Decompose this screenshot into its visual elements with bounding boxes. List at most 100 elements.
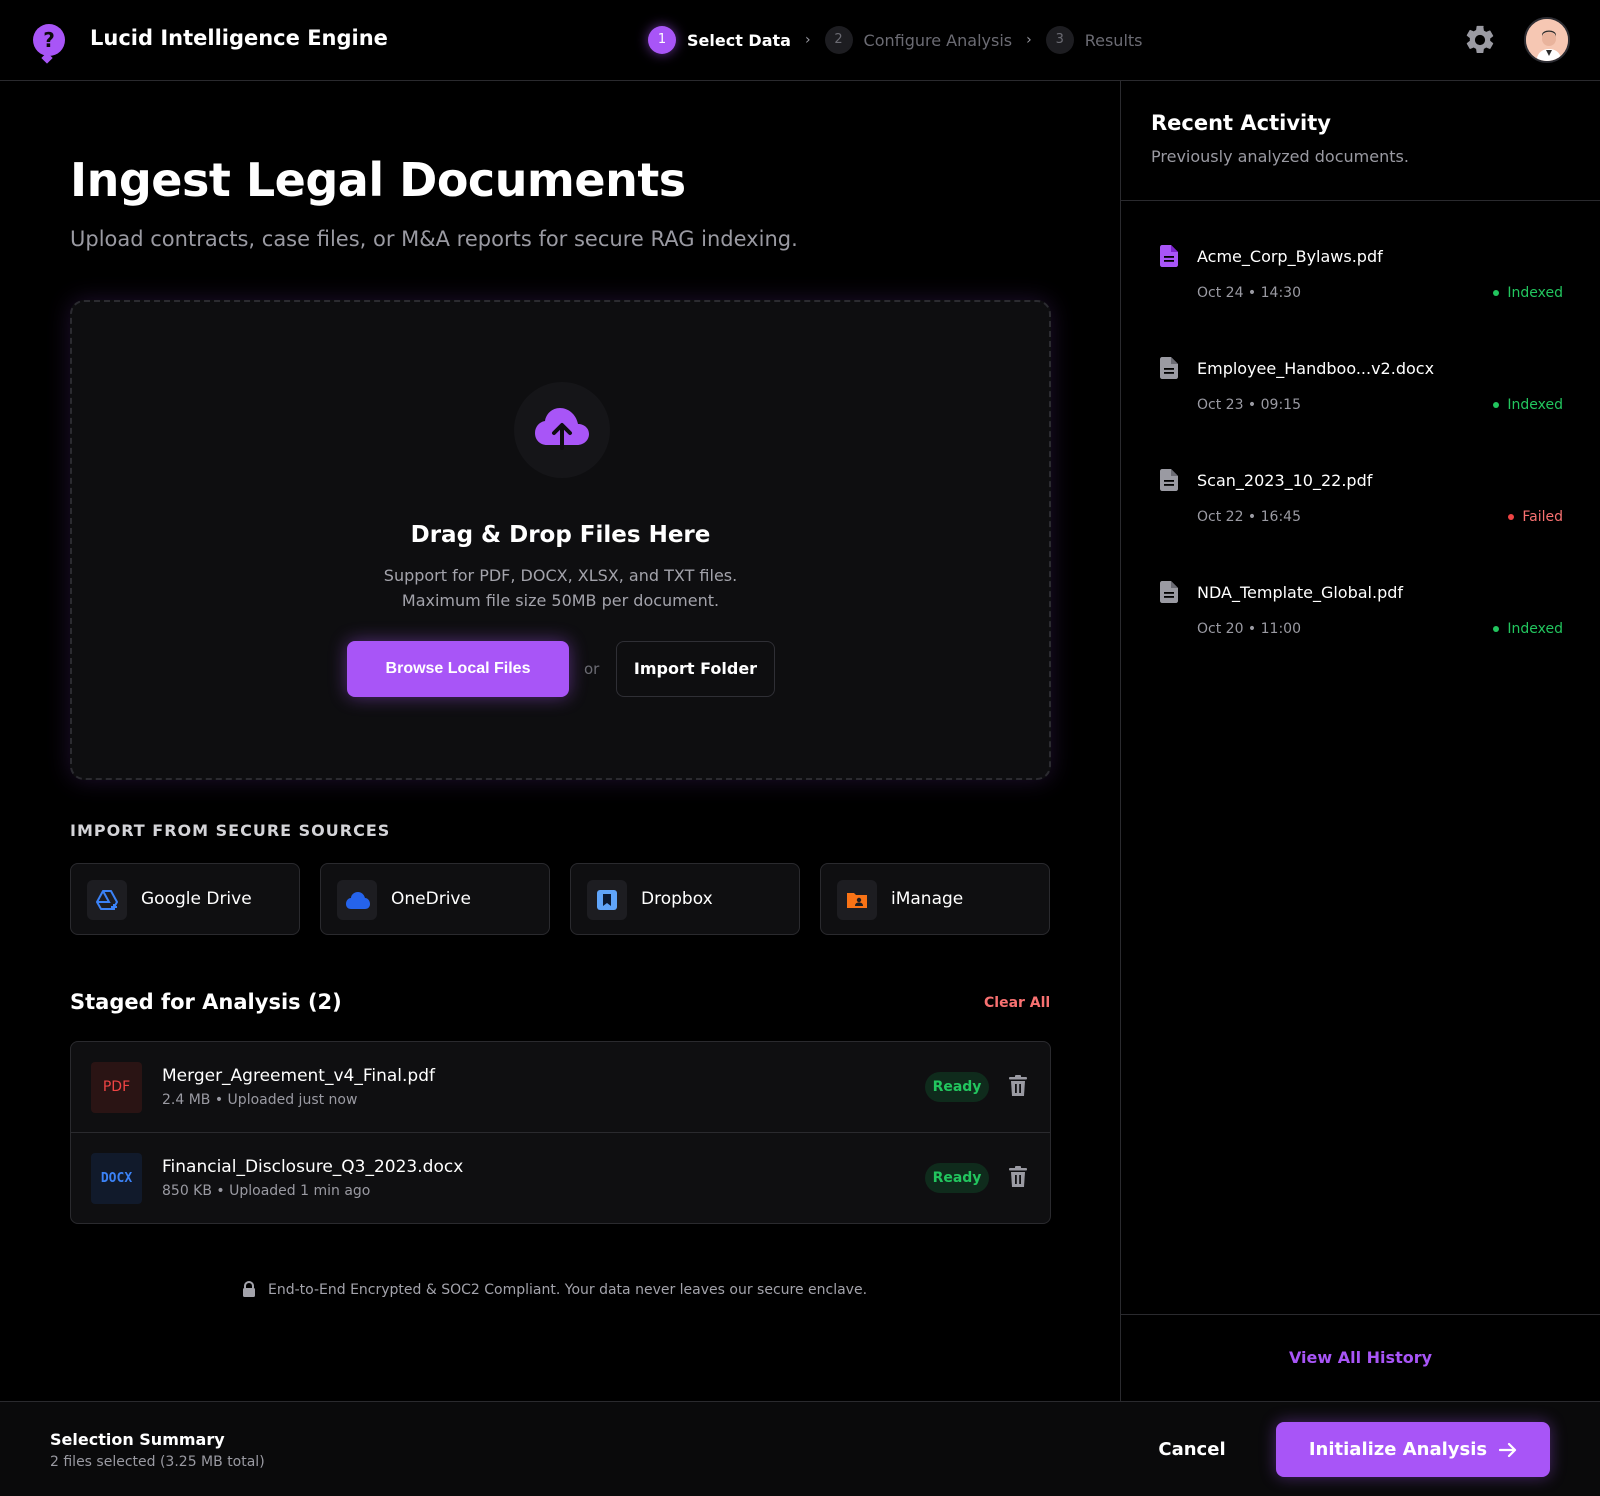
source-imanage[interactable]: iManage xyxy=(820,863,1050,935)
staged-files-list: PDF Merger_Agreement_v4_Final.pdf 2.4 MB… xyxy=(70,1041,1051,1224)
dropbox-icon xyxy=(587,880,627,920)
activity-item[interactable]: NDA_Template_Global.pdf Oct 20 • 11:00 I… xyxy=(1121,559,1600,659)
pdf-file-icon: PDF xyxy=(91,1062,142,1113)
google-drive-icon xyxy=(87,880,127,920)
trash-icon[interactable] xyxy=(1009,1166,1027,1192)
docx-file-icon: DOCX xyxy=(91,1153,142,1204)
user-avatar[interactable] xyxy=(1524,17,1570,63)
cloud-upload-icon xyxy=(535,408,589,450)
security-note-text: End-to-End Encrypted & SOC2 Compliant. Y… xyxy=(268,1281,868,1298)
activity-item[interactable]: Acme_Corp_Bylaws.pdf Oct 24 • 14:30 Inde… xyxy=(1121,223,1600,323)
status-indexed: Indexed xyxy=(1493,285,1563,301)
brand-logo-glyph: ? xyxy=(43,28,55,52)
file-name: Financial_Disclosure_Q3_2023.docx xyxy=(162,1157,464,1177)
chevron-right-icon: › xyxy=(804,32,811,48)
initialize-analysis-label: Initialize Analysis xyxy=(1308,1439,1488,1460)
status-badge: Ready xyxy=(925,1072,989,1102)
page-subtitle: Upload contracts, case files, or M&A rep… xyxy=(70,227,798,251)
gear-icon[interactable] xyxy=(1463,23,1497,57)
dropzone-title: Drag & Drop Files Here xyxy=(410,522,711,548)
activity-item[interactable]: Employee_Handboo...v2.docx Oct 23 • 09:1… xyxy=(1121,335,1600,435)
step-label: Configure Analysis xyxy=(863,30,1013,50)
staged-file-row[interactable]: PDF Merger_Agreement_v4_Final.pdf 2.4 MB… xyxy=(71,1042,1050,1133)
status-text: Indexed xyxy=(1507,285,1563,301)
progress-stepper: 1 Select Data › 2 Configure Analysis › 3… xyxy=(648,24,1143,56)
trash-icon[interactable] xyxy=(1009,1075,1027,1101)
activity-timestamp: Oct 23 • 09:15 xyxy=(1197,397,1301,413)
security-note: End-to-End Encrypted & SOC2 Compliant. Y… xyxy=(242,1281,867,1298)
onedrive-cloud-icon xyxy=(337,880,377,920)
lock-icon xyxy=(243,1281,255,1297)
status-indexed: Indexed xyxy=(1493,397,1563,413)
source-google-drive[interactable]: Google Drive xyxy=(70,863,300,935)
browse-local-files-button[interactable]: Browse Local Files xyxy=(347,641,569,697)
step-results[interactable]: 3 Results xyxy=(1045,26,1143,54)
step-number: 3 xyxy=(1045,26,1074,54)
step-label: Results xyxy=(1084,30,1143,50)
view-all-history-link[interactable]: View All History xyxy=(1121,1348,1600,1367)
app-title[interactable]: Lucid Intelligence Engine xyxy=(90,26,388,50)
staged-file-row[interactable]: DOCX Financial_Disclosure_Q3_2023.docx 8… xyxy=(71,1133,1050,1223)
activity-file-name: NDA_Template_Global.pdf xyxy=(1197,583,1404,602)
selection-summary-title: Selection Summary xyxy=(50,1430,225,1449)
source-dropbox[interactable]: Dropbox xyxy=(570,863,800,935)
file-meta: 850 KB • Uploaded 1 min ago xyxy=(162,1183,371,1199)
status-failed: Failed xyxy=(1508,509,1563,525)
chevron-right-icon: › xyxy=(1026,32,1032,48)
source-onedrive[interactable]: OneDrive xyxy=(320,863,550,935)
source-label: Dropbox xyxy=(641,889,713,909)
status-text: Indexed xyxy=(1507,621,1563,637)
status-indexed: Indexed xyxy=(1493,621,1563,637)
sidebar-header: Recent Activity Previously analyzed docu… xyxy=(1121,81,1600,201)
sidebar-footer: View All History xyxy=(1121,1314,1600,1401)
initialize-analysis-button[interactable]: Initialize Analysis xyxy=(1276,1422,1550,1477)
cancel-button[interactable]: Cancel xyxy=(1144,1430,1240,1470)
activity-timestamp: Oct 24 • 14:30 xyxy=(1197,285,1301,301)
step-label: Select Data xyxy=(687,30,791,50)
activity-file-name: Acme_Corp_Bylaws.pdf xyxy=(1197,247,1383,266)
sources-heading: IMPORT FROM SECURE SOURCES xyxy=(70,821,391,840)
status-dot-icon xyxy=(1508,514,1515,520)
sidebar-title: Recent Activity xyxy=(1151,111,1331,135)
upload-icon-container xyxy=(514,382,610,478)
status-dot-icon xyxy=(1493,290,1500,296)
status-text: Failed xyxy=(1522,509,1563,525)
status-dot-icon xyxy=(1493,626,1500,632)
sidebar-subtitle: Previously analyzed documents. xyxy=(1151,147,1409,166)
recent-activity-sidebar: Recent Activity Previously analyzed docu… xyxy=(1121,81,1600,1401)
activity-item[interactable]: Scan_2023_10_22.pdf Oct 22 • 16:45 Faile… xyxy=(1121,447,1600,547)
step-select-data[interactable]: 1 Select Data xyxy=(648,26,791,54)
bottom-action-bar: Selection Summary 2 files selected (3.25… xyxy=(0,1401,1600,1496)
source-label: OneDrive xyxy=(391,889,471,909)
source-label: iManage xyxy=(891,889,964,909)
status-badge: Ready xyxy=(925,1163,989,1193)
selection-summary-meta: 2 files selected (3.25 MB total) xyxy=(50,1454,265,1470)
dropzone-support-text: Support for PDF, DOCX, XLSX, and TXT fil… xyxy=(383,566,738,585)
source-label: Google Drive xyxy=(141,889,252,909)
file-meta: 2.4 MB • Uploaded just now xyxy=(162,1092,358,1108)
page-title: Ingest Legal Documents xyxy=(70,153,686,207)
step-number: 2 xyxy=(824,26,853,54)
status-dot-icon xyxy=(1493,402,1500,408)
dropzone-size-text: Maximum file size 50MB per document. xyxy=(401,591,720,610)
main-panel: Ingest Legal Documents Upload contracts,… xyxy=(0,81,1121,1401)
file-name: Merger_Agreement_v4_Final.pdf xyxy=(162,1066,435,1086)
arrow-right-icon xyxy=(1499,1442,1517,1457)
activity-timestamp: Oct 22 • 16:45 xyxy=(1197,509,1301,525)
or-separator: or xyxy=(584,660,600,678)
document-icon xyxy=(1160,581,1178,603)
document-icon xyxy=(1160,245,1178,267)
activity-timestamp: Oct 20 • 11:00 xyxy=(1197,621,1301,637)
staged-heading: Staged for Analysis (2) xyxy=(70,990,342,1014)
top-header: ? Lucid Intelligence Engine 1 Select Dat… xyxy=(0,0,1600,81)
import-folder-button[interactable]: Import Folder xyxy=(616,641,775,697)
activity-file-name: Employee_Handboo...v2.docx xyxy=(1197,359,1435,378)
document-icon xyxy=(1160,469,1178,491)
activity-file-name: Scan_2023_10_22.pdf xyxy=(1197,471,1373,490)
status-text: Indexed xyxy=(1507,397,1563,413)
imanage-folder-icon xyxy=(837,880,877,920)
step-configure-analysis[interactable]: 2 Configure Analysis xyxy=(824,26,1013,54)
file-dropzone[interactable]: Drag & Drop Files Here Support for PDF, … xyxy=(70,300,1051,780)
brand-logo-icon[interactable]: ? xyxy=(33,24,65,56)
clear-all-button[interactable]: Clear All xyxy=(984,995,1050,1011)
